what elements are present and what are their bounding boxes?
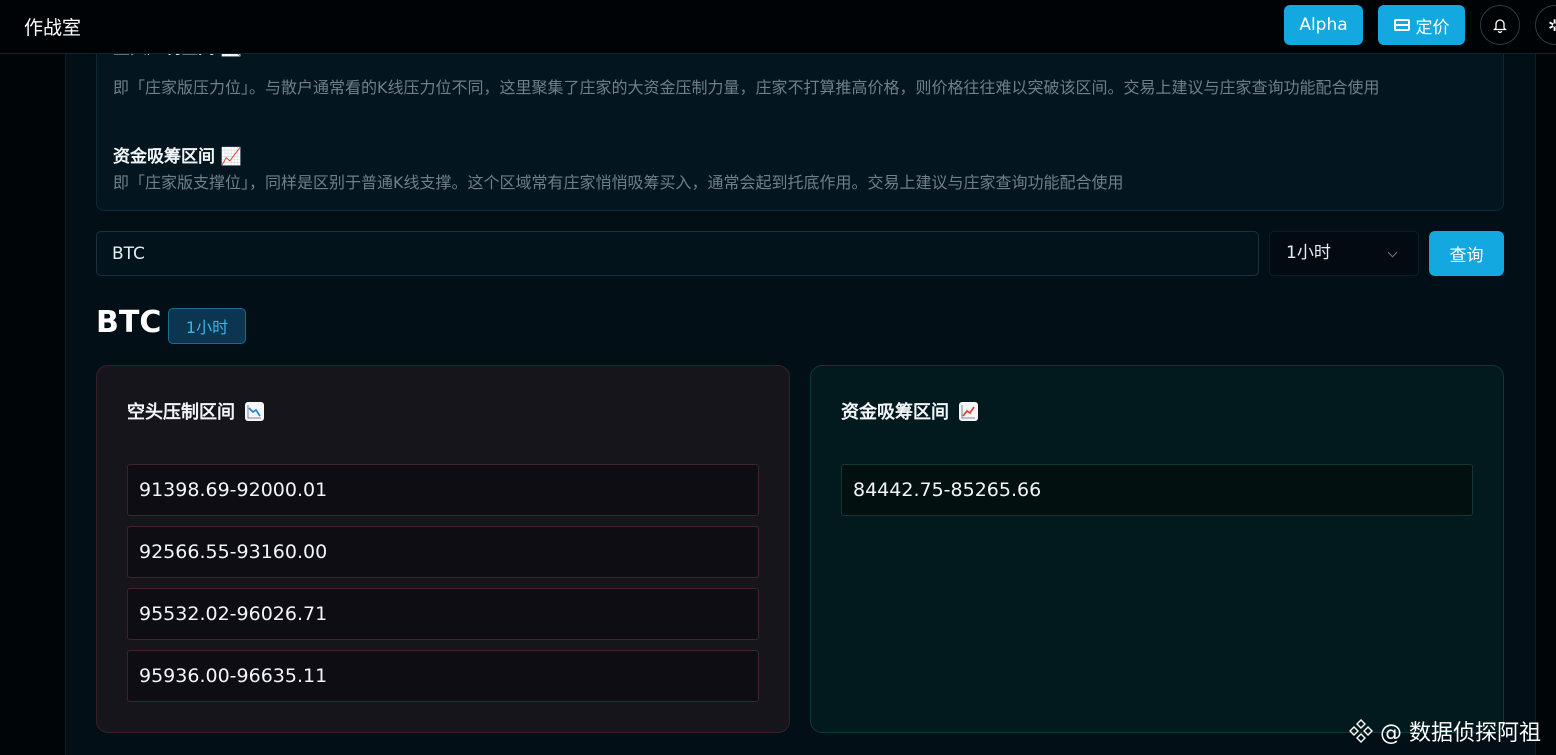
bull-zone-title-text: 资金吸筹区间 bbox=[841, 402, 949, 423]
bear-zone-title: 空头压制区间 bbox=[127, 398, 264, 424]
notification-button[interactable] bbox=[1480, 5, 1520, 45]
settings-button[interactable]: ✲ bbox=[1535, 5, 1556, 45]
watermark: @ 数据侦探阿祖 bbox=[1348, 715, 1541, 747]
chart-increasing-icon bbox=[959, 401, 978, 421]
watermark-logo-icon bbox=[1349, 719, 1373, 743]
bell-icon bbox=[1493, 18, 1507, 33]
info-box: 空头压制区间 📉 即「庄家版压力位」。与散户通常看的K线压力位不同，这里聚集了庄… bbox=[96, 40, 1504, 211]
chart-decreasing-icon bbox=[245, 401, 264, 421]
bear-zone-title-text: 空头压制区间 bbox=[127, 402, 235, 423]
left-sidebar bbox=[0, 54, 66, 755]
bull-zone-title: 资金吸筹区间 bbox=[841, 398, 978, 424]
bear-zone-range: 91398.69-92000.01 bbox=[127, 464, 759, 516]
symbol-search-input[interactable] bbox=[96, 231, 1259, 276]
bear-zone-card: 空头压制区间 91398.69-92000.01 92566.55-93160.… bbox=[96, 365, 790, 733]
interval-select-value: 1小时 bbox=[1286, 243, 1331, 263]
gear-icon: ✲ bbox=[1548, 15, 1556, 35]
bull-info-heading: 资金吸筹区间 📈 bbox=[113, 147, 243, 167]
top-bar: 作战室 Alpha 定价 ✲ bbox=[0, 0, 1556, 54]
query-button[interactable]: 查询 bbox=[1429, 231, 1504, 276]
bull-zone-range: 84442.75-85265.66 bbox=[841, 464, 1473, 516]
alpha-button[interactable]: Alpha bbox=[1284, 5, 1363, 45]
pricing-button[interactable]: 定价 bbox=[1378, 5, 1465, 45]
card-icon bbox=[1393, 19, 1410, 31]
bear-info-desc: 即「庄家版压力位」。与散户通常看的K线压力位不同，这里聚集了庄家的大资金压制力量… bbox=[113, 78, 1380, 97]
interval-badge: 1小时 bbox=[168, 308, 246, 344]
bear-zone-range: 92566.55-93160.00 bbox=[127, 526, 759, 578]
bull-zone-card: 资金吸筹区间 84442.75-85265.66 bbox=[810, 365, 1504, 733]
interval-select[interactable]: 1小时 bbox=[1269, 231, 1419, 276]
watermark-text: @ 数据侦探阿祖 bbox=[1380, 721, 1541, 746]
bull-info-desc: 即「庄家版支撑位」，同样是区别于普通K线支撑。这个区域常有庄家悄悄吸筹买入，通常… bbox=[113, 173, 1124, 192]
bear-zone-range: 95936.00-96635.11 bbox=[127, 650, 759, 702]
pricing-button-label: 定价 bbox=[1415, 17, 1450, 38]
right-sidebar bbox=[1535, 54, 1556, 755]
chevron-down-icon bbox=[1387, 247, 1398, 258]
bear-zone-range: 95532.02-96026.71 bbox=[127, 588, 759, 640]
result-symbol-title: BTC bbox=[96, 305, 162, 340]
app-title: 作战室 bbox=[24, 17, 82, 39]
